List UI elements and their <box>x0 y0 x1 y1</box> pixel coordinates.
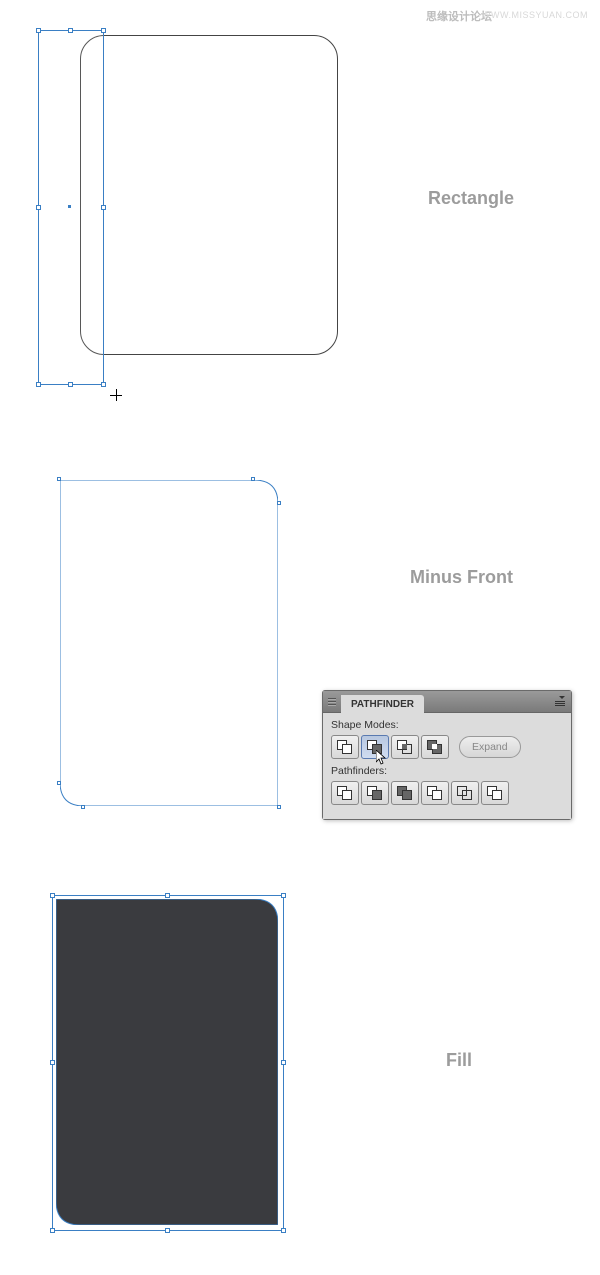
handle-bottom-center[interactable] <box>68 382 73 387</box>
panel-body: Shape Modes: Expand Pathfinders: <box>323 713 571 819</box>
handle-top-center[interactable] <box>165 893 170 898</box>
handle-bottom-right[interactable] <box>101 382 106 387</box>
pathfinders-label: Pathfinders: <box>331 765 563 777</box>
handle-top-left[interactable] <box>36 28 41 33</box>
handle-right-center[interactable] <box>101 205 106 210</box>
anchor-point[interactable] <box>57 781 61 785</box>
intersect-button[interactable] <box>391 735 419 759</box>
trim-icon <box>367 786 383 800</box>
handle-left-center[interactable] <box>50 1060 55 1065</box>
panel-tab-pathfinder[interactable]: PATHFINDER <box>341 695 424 714</box>
crosshair-cursor-icon <box>110 389 126 405</box>
handle-top-right[interactable] <box>101 28 106 33</box>
panel-grip-icon[interactable] <box>323 691 341 713</box>
divide-icon <box>337 786 353 800</box>
artboard-step3[interactable] <box>52 895 292 1240</box>
panel-menu-icon[interactable] <box>551 696 565 708</box>
shape-modes-row: Expand <box>331 735 563 759</box>
crop-icon <box>427 786 443 800</box>
pathfinder-panel[interactable]: PATHFINDER Shape Modes: Expand <box>322 690 572 820</box>
handle-left-center[interactable] <box>36 205 41 210</box>
outline-icon <box>457 786 473 800</box>
merge-button[interactable] <box>391 781 419 805</box>
minus-front-button[interactable] <box>361 735 389 759</box>
anchor-point[interactable] <box>57 477 61 481</box>
expand-button[interactable]: Expand <box>459 736 521 758</box>
exclude-icon <box>427 740 443 754</box>
step-label-minus-front: Minus Front <box>410 567 513 588</box>
handle-right-center[interactable] <box>281 1060 286 1065</box>
handle-bottom-left[interactable] <box>50 1228 55 1233</box>
unite-icon <box>337 740 353 754</box>
intersect-icon <box>397 740 413 754</box>
anchor-point[interactable] <box>251 477 255 481</box>
handle-top-left[interactable] <box>50 893 55 898</box>
unite-button[interactable] <box>331 735 359 759</box>
handle-top-center[interactable] <box>68 28 73 33</box>
exclude-button[interactable] <box>421 735 449 759</box>
panel-header[interactable]: PATHFINDER <box>323 691 571 713</box>
minus-front-path[interactable] <box>60 480 278 806</box>
handle-bottom-center[interactable] <box>165 1228 170 1233</box>
crop-button[interactable] <box>421 781 449 805</box>
handle-center <box>68 205 71 208</box>
artboard-step2[interactable] <box>60 480 290 812</box>
minus-back-icon <box>487 786 503 800</box>
anchor-point[interactable] <box>277 501 281 505</box>
outline-button[interactable] <box>451 781 479 805</box>
handle-bottom-right[interactable] <box>281 1228 286 1233</box>
divide-button[interactable] <box>331 781 359 805</box>
anchor-point[interactable] <box>81 805 85 809</box>
shape-modes-label: Shape Modes: <box>331 719 563 731</box>
handle-top-right[interactable] <box>281 893 286 898</box>
selection-rectangle[interactable] <box>38 30 104 385</box>
minus-back-button[interactable] <box>481 781 509 805</box>
watermark-en: WWW.MISSYUAN.COM <box>482 10 588 20</box>
pathfinders-row <box>331 781 563 805</box>
merge-icon <box>397 786 413 800</box>
artboard-step1[interactable] <box>38 30 338 400</box>
step-label-rectangle: Rectangle <box>428 188 514 209</box>
anchor-point[interactable] <box>277 805 281 809</box>
handle-bottom-left[interactable] <box>36 382 41 387</box>
rounded-rectangle-shape[interactable] <box>80 35 338 355</box>
bounding-box <box>52 895 284 1231</box>
trim-button[interactable] <box>361 781 389 805</box>
step-label-fill: Fill <box>446 1050 472 1071</box>
